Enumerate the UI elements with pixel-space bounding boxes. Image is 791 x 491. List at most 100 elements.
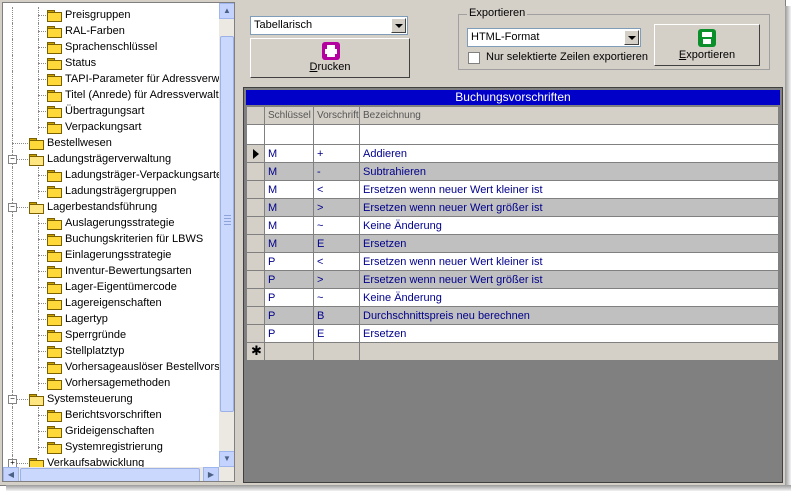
tree-item[interactable]: − Lagerbestandsführung	[3, 199, 219, 215]
row-selector[interactable]	[246, 252, 265, 271]
tree-item[interactable]: Preisgruppen	[3, 7, 219, 23]
column-header-vorschrift[interactable]: Vorschrift	[313, 106, 360, 125]
column-header-bezeichnung[interactable]: Bezeichnung	[359, 106, 779, 125]
cell-vorschrift[interactable]: <	[313, 180, 360, 199]
cell-schluessel[interactable]: M	[264, 144, 314, 163]
table-row[interactable]: M + Addieren	[246, 144, 779, 163]
scroll-down-button[interactable]: ▼	[219, 451, 234, 467]
tree-item[interactable]: Grideigenschaften	[3, 423, 219, 439]
panel-splitter[interactable]	[236, 0, 241, 485]
tree-item[interactable]: Sprachenschlüssel	[3, 39, 219, 55]
tree-item[interactable]: Lagereigenschaften	[3, 295, 219, 311]
new-row[interactable]: ✱	[246, 342, 779, 361]
table-row[interactable]: P B Durchschnittspreis neu berechnen	[246, 306, 779, 325]
cell-vorschrift[interactable]: >	[313, 270, 360, 289]
tree-item[interactable]: Sperrgründe	[3, 327, 219, 343]
tree-item[interactable]: Ladungsträgergruppen	[3, 183, 219, 199]
view-mode-select[interactable]: Tabellarisch	[250, 16, 408, 35]
horizontal-scroll-thumb[interactable]	[20, 468, 200, 481]
row-selector[interactable]	[246, 216, 265, 235]
cell-bezeichnung[interactable]: Durchschnittspreis neu berechnen	[359, 306, 779, 325]
row-selector[interactable]	[246, 198, 265, 217]
tree-item[interactable]: − Systemsteuerung	[3, 391, 219, 407]
tree-item[interactable]: + Verkaufsabwicklung	[3, 455, 219, 467]
column-header-schluessel[interactable]: Schlüssel	[264, 106, 314, 125]
scroll-thumb[interactable]	[220, 36, 234, 412]
table-row[interactable]: M < Ersetzen wenn neuer Wert kleiner ist	[246, 180, 779, 199]
cell-bezeichnung[interactable]: Ersetzen wenn neuer Wert größer ist	[359, 270, 779, 289]
tree-item[interactable]: Einlagerungsstrategie	[3, 247, 219, 263]
new-row-cell[interactable]	[264, 342, 314, 361]
tree-item[interactable]: Vorhersagemethoden	[3, 375, 219, 391]
tree-item[interactable]: − Ladungsträgerverwaltung	[3, 151, 219, 167]
tree-item[interactable]: Berichtsvorschriften	[3, 407, 219, 423]
scroll-right-button[interactable]: ▶	[203, 467, 219, 481]
chevron-down-icon[interactable]	[391, 18, 406, 33]
row-selector[interactable]	[246, 180, 265, 199]
new-row-selector[interactable]: ✱	[246, 342, 265, 361]
cell-schluessel[interactable]: M	[264, 198, 314, 217]
cell-schluessel[interactable]: P	[264, 306, 314, 325]
filter-cell[interactable]	[264, 124, 314, 145]
cell-bezeichnung[interactable]: Ersetzen wenn neuer Wert größer ist	[359, 198, 779, 217]
export-format-select[interactable]: HTML-Format	[467, 28, 641, 47]
tree-item[interactable]: Bestellwesen	[3, 135, 219, 151]
cell-vorschrift[interactable]: ~	[313, 216, 360, 235]
tree-item[interactable]: TAPI-Parameter für Adressverwa	[3, 71, 219, 87]
cell-vorschrift[interactable]: E	[313, 324, 360, 343]
cell-bezeichnung[interactable]: Ersetzen wenn neuer Wert kleiner ist	[359, 180, 779, 199]
scroll-left-button[interactable]: ◀	[3, 467, 19, 481]
new-row-cell[interactable]	[359, 342, 779, 361]
expand-icon[interactable]: +	[8, 459, 17, 467]
cell-vorschrift[interactable]: <	[313, 252, 360, 271]
print-button[interactable]: Drucken	[250, 38, 410, 78]
cell-vorschrift[interactable]: E	[313, 234, 360, 253]
row-selector[interactable]	[246, 144, 265, 163]
cell-bezeichnung[interactable]: Addieren	[359, 144, 779, 163]
cell-bezeichnung[interactable]: Ersetzen	[359, 324, 779, 343]
new-row-cell[interactable]	[313, 342, 360, 361]
tree-item[interactable]: Status	[3, 55, 219, 71]
row-selector[interactable]	[246, 288, 265, 307]
cell-schluessel[interactable]: P	[264, 252, 314, 271]
cell-vorschrift[interactable]: ~	[313, 288, 360, 307]
tree-vertical-scrollbar[interactable]: ▲ ▼	[219, 3, 234, 467]
tree-item[interactable]: Verpackungsart	[3, 119, 219, 135]
row-selector[interactable]	[246, 234, 265, 253]
export-button[interactable]: Exportieren	[654, 24, 760, 66]
table-row[interactable]: P < Ersetzen wenn neuer Wert kleiner ist	[246, 252, 779, 271]
tree-item[interactable]: Stellplatztyp	[3, 343, 219, 359]
tree-item[interactable]: Auslagerungsstrategie	[3, 215, 219, 231]
tree-item[interactable]: Titel (Anrede) für Adressverwaltu	[3, 87, 219, 103]
table-row[interactable]: M ~ Keine Änderung	[246, 216, 779, 235]
filter-cell[interactable]	[359, 124, 779, 145]
chevron-down-icon[interactable]	[624, 30, 639, 45]
cell-schluessel[interactable]: M	[264, 216, 314, 235]
tree-item[interactable]: RAL-Farben	[3, 23, 219, 39]
cell-bezeichnung[interactable]: Keine Änderung	[359, 288, 779, 307]
tree-item[interactable]: Vorhersageauslöser Bestellvorsc	[3, 359, 219, 375]
cell-schluessel[interactable]: P	[264, 288, 314, 307]
table-row[interactable]: P > Ersetzen wenn neuer Wert größer ist	[246, 270, 779, 289]
collapse-icon[interactable]: −	[8, 395, 17, 404]
table-row[interactable]: P E Ersetzen	[246, 324, 779, 343]
table-row[interactable]: P ~ Keine Änderung	[246, 288, 779, 307]
cell-schluessel[interactable]: P	[264, 324, 314, 343]
collapse-icon[interactable]: −	[8, 155, 17, 164]
row-selector[interactable]	[246, 162, 265, 181]
row-selector[interactable]	[246, 306, 265, 325]
cell-schluessel[interactable]: M	[264, 234, 314, 253]
table-row[interactable]: M E Ersetzen	[246, 234, 779, 253]
table-row[interactable]: M - Subtrahieren	[246, 162, 779, 181]
tree-item[interactable]: Lagertyp	[3, 311, 219, 327]
cell-bezeichnung[interactable]: Subtrahieren	[359, 162, 779, 181]
tree-item[interactable]: Ladungsträger-Verpackungsarte	[3, 167, 219, 183]
cell-vorschrift[interactable]: B	[313, 306, 360, 325]
collapse-icon[interactable]: −	[8, 203, 17, 212]
tree-item[interactable]: Lager-Eigentümercode	[3, 279, 219, 295]
scroll-up-button[interactable]: ▲	[219, 3, 234, 19]
tree-item[interactable]: Systemregistrierung	[3, 439, 219, 455]
cell-vorschrift[interactable]: >	[313, 198, 360, 217]
cell-vorschrift[interactable]: +	[313, 144, 360, 163]
row-selector[interactable]	[246, 324, 265, 343]
